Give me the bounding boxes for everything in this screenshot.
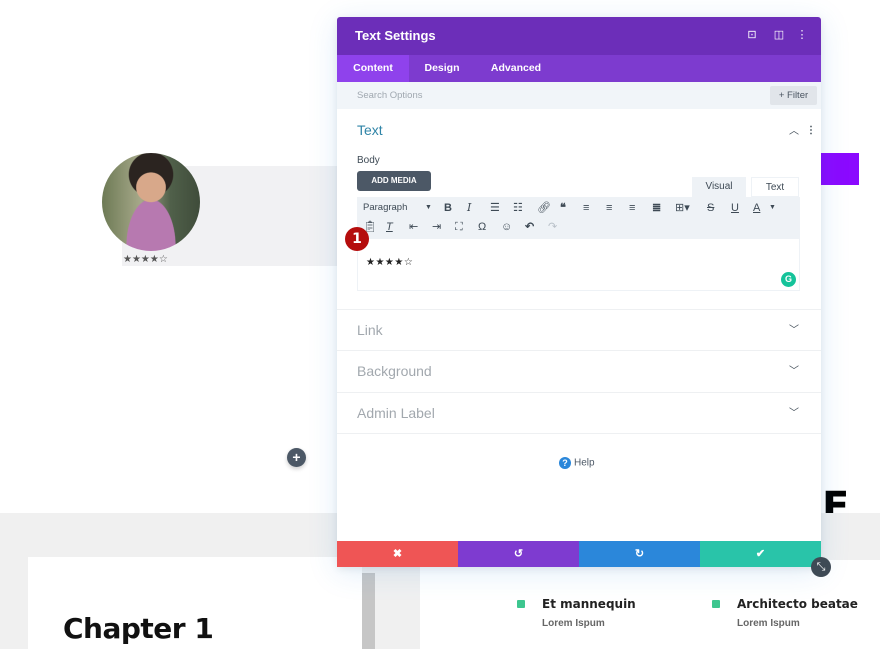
- text-editor[interactable]: ★★★★☆ G: [357, 239, 800, 291]
- modal-footer: ✖ ↺ ↻ ✔: [337, 541, 821, 567]
- section-options-icon[interactable]: ⋮: [806, 126, 816, 136]
- feature-title: Et mannequin: [542, 597, 636, 611]
- fullscreen-editor-icon[interactable]: ⛶: [455, 219, 463, 235]
- link-section-title[interactable]: Link: [357, 322, 383, 338]
- feature-subtitle: Lorem Ispum: [542, 618, 605, 629]
- emoji-icon[interactable]: ☺: [501, 219, 512, 235]
- feature-title: Architecto beatae: [737, 597, 858, 611]
- admin-label-section[interactable]: Admin Label ﹀: [337, 393, 821, 434]
- italic-icon[interactable]: I: [467, 200, 471, 216]
- justify-icon[interactable]: ≣: [652, 200, 661, 216]
- special-character-icon[interactable]: Ω: [478, 219, 486, 235]
- align-right-icon[interactable]: ≡: [629, 200, 635, 216]
- feature-bullet-icon: [517, 600, 525, 608]
- add-module-button[interactable]: +: [287, 448, 306, 467]
- modal-tabs: Content Design Advanced: [337, 55, 821, 82]
- format-select[interactable]: Paragraph: [363, 200, 407, 216]
- tab-design[interactable]: Design: [413, 55, 471, 82]
- split-view-icon[interactable]: ◫: [772, 28, 786, 42]
- tab-content[interactable]: Content: [337, 55, 409, 82]
- clear-formatting-icon[interactable]: T: [386, 219, 393, 235]
- step-badge: 1: [345, 227, 369, 251]
- text-section-title[interactable]: Text: [357, 122, 383, 138]
- redo-button[interactable]: ↻: [579, 541, 700, 567]
- help-icon: ?: [559, 457, 571, 469]
- background-section[interactable]: Background ﹀: [337, 351, 821, 393]
- body-label: Body: [357, 155, 380, 166]
- editor-content[interactable]: ★★★★☆: [366, 257, 413, 268]
- filter-button[interactable]: + Filter: [770, 86, 817, 105]
- save-button[interactable]: ✔: [700, 541, 821, 567]
- resize-handle-icon[interactable]: ⤡: [811, 557, 831, 577]
- modal-title: Text Settings: [355, 28, 436, 43]
- text-settings-modal: Text Settings ⊡ ◫ ⋮ Content Design Advan…: [337, 17, 821, 567]
- purple-button-block[interactable]: [821, 153, 859, 185]
- background-section-title[interactable]: Background: [357, 363, 432, 379]
- search-row: + Filter: [337, 82, 821, 109]
- editor-toolbar: Paragraph ▼ B I ☰ ☷ 🔗︎ ❝ ≡ ≡ ≡ ≣ ⊞▾ S U …: [357, 197, 800, 239]
- numbered-list-icon[interactable]: ☷: [513, 200, 523, 216]
- strikethrough-icon[interactable]: S: [707, 200, 714, 216]
- scrollbar[interactable]: [362, 573, 375, 649]
- feature-bullet-icon: [712, 600, 720, 608]
- link-section[interactable]: Link ﹀: [337, 310, 821, 351]
- text-section: Text ︿ ⋮ Body ADD MEDIA Visual Text Para…: [337, 109, 821, 310]
- chevron-down-icon[interactable]: ﹀: [789, 367, 799, 377]
- underline-icon[interactable]: U: [731, 200, 739, 216]
- chevron-up-icon[interactable]: ︿: [789, 127, 799, 137]
- avatar-photo: [102, 153, 200, 251]
- indent-icon[interactable]: ⇥: [432, 219, 441, 235]
- chevron-down-icon[interactable]: ﹀: [789, 409, 799, 419]
- undo-button[interactable]: ↺: [458, 541, 579, 567]
- chevron-down-icon[interactable]: ▼: [769, 200, 776, 216]
- outdent-icon[interactable]: ⇤: [409, 219, 418, 235]
- fullscreen-icon[interactable]: ⊡: [745, 28, 759, 42]
- add-media-button[interactable]: ADD MEDIA: [357, 171, 431, 191]
- blockquote-icon[interactable]: ❝: [560, 200, 566, 216]
- tab-advanced[interactable]: Advanced: [481, 55, 551, 82]
- modal-header: Text Settings ⊡ ◫ ⋮: [337, 17, 821, 55]
- help-link[interactable]: ? Help: [559, 457, 595, 469]
- bold-icon[interactable]: B: [444, 200, 452, 216]
- chevron-down-icon[interactable]: ▼: [425, 200, 432, 216]
- chapter-title: Chapter 1: [63, 612, 214, 645]
- text-color-icon[interactable]: A: [753, 200, 760, 216]
- more-options-icon[interactable]: ⋮: [795, 28, 809, 42]
- bullet-list-icon[interactable]: ☰: [490, 200, 500, 216]
- visual-mode-tab[interactable]: Visual: [692, 177, 746, 197]
- cancel-button[interactable]: ✖: [337, 541, 458, 567]
- link-icon[interactable]: 🔗︎: [537, 200, 551, 216]
- table-icon[interactable]: ⊞▾: [675, 200, 690, 216]
- search-options-input[interactable]: [337, 82, 757, 109]
- admin-label-section-title[interactable]: Admin Label: [357, 405, 435, 421]
- chevron-down-icon[interactable]: ﹀: [789, 326, 799, 336]
- grammarly-icon[interactable]: G: [781, 272, 796, 287]
- align-left-icon[interactable]: ≡: [583, 200, 589, 216]
- undo-icon[interactable]: ↶: [525, 219, 534, 235]
- redo-icon[interactable]: ↷: [548, 219, 557, 235]
- align-center-icon[interactable]: ≡: [606, 200, 612, 216]
- text-mode-tab[interactable]: Text: [751, 177, 799, 197]
- help-label: Help: [574, 457, 595, 469]
- feature-subtitle: Lorem Ispum: [737, 618, 800, 629]
- avatar-star-rating: ★★★★☆: [123, 254, 168, 265]
